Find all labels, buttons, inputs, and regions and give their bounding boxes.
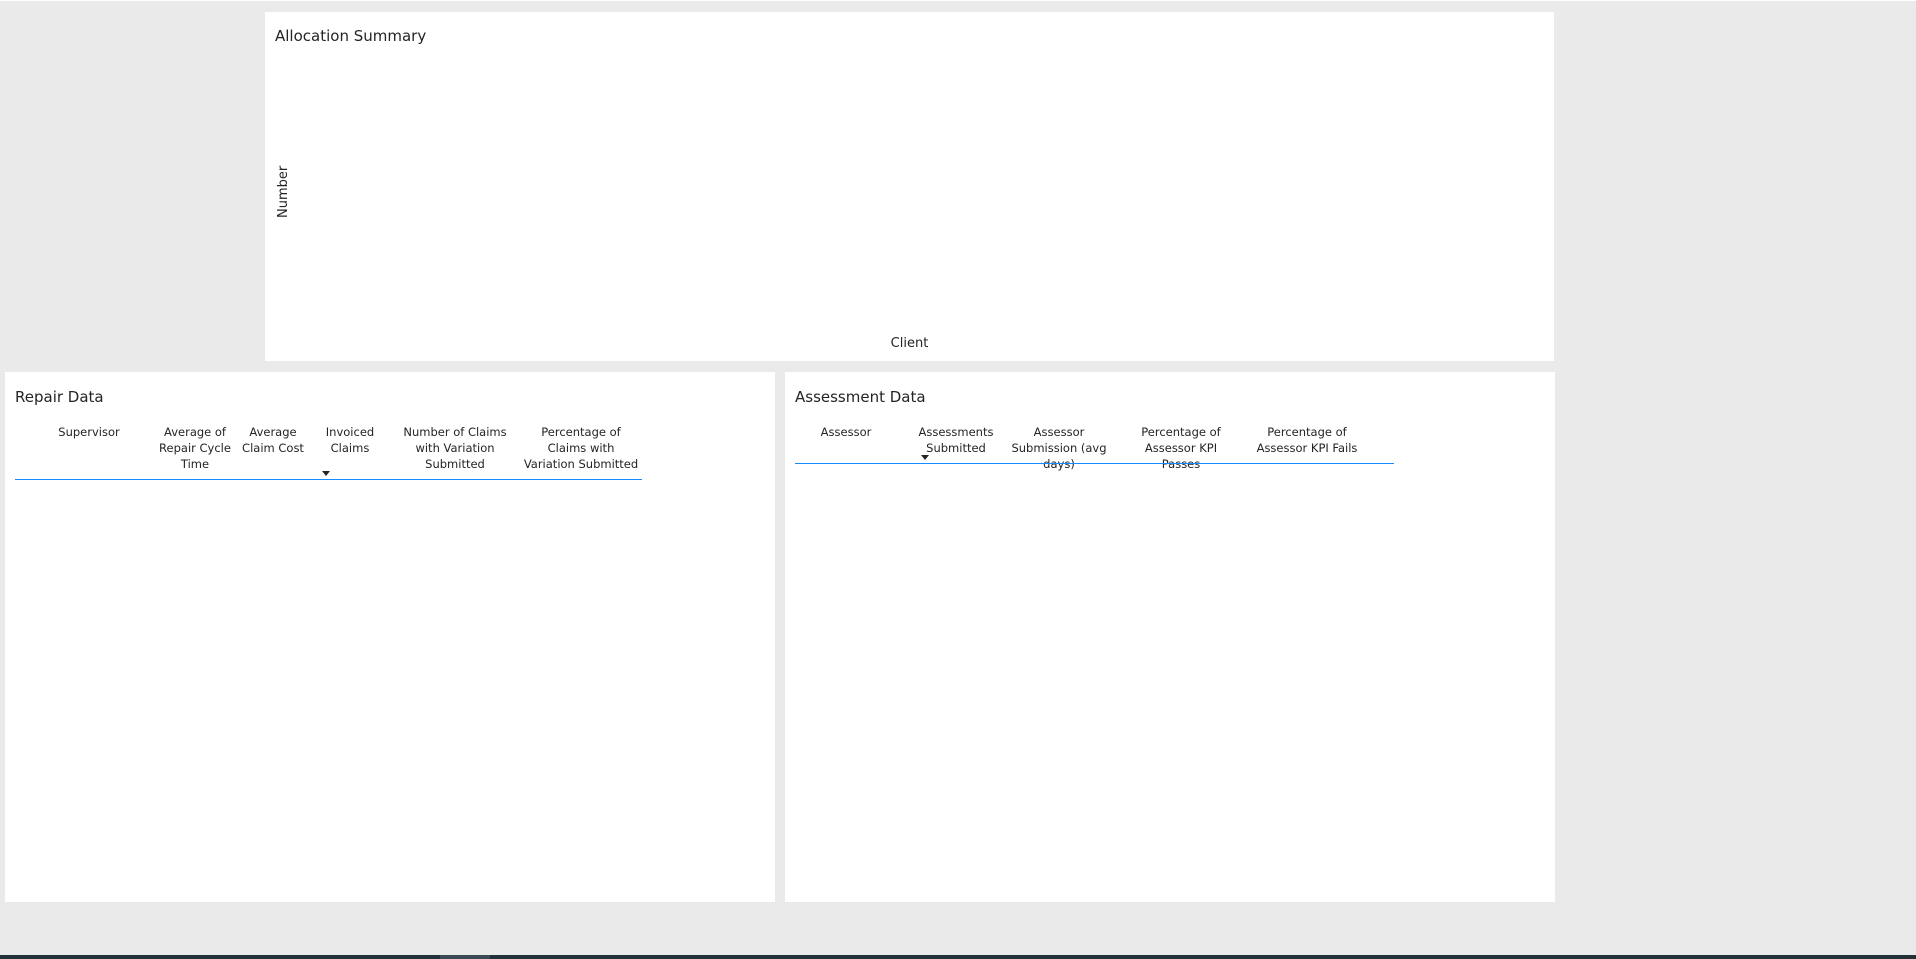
column-header-average-repair-cycle-time[interactable]: Average of Repair Cycle Time xyxy=(155,424,235,472)
column-header-percentage-of-claims-with-variation[interactable]: Percentage of Claims with Variation Subm… xyxy=(522,424,640,472)
chart-plot-area[interactable] xyxy=(305,60,1535,326)
column-header-assessments-submitted[interactable]: Assessments Submitted xyxy=(918,424,994,456)
allocation-summary-visual[interactable]: Allocation Summary Number Client xyxy=(265,12,1554,361)
column-header-percentage-kpi-passes[interactable]: Percentage of Assessor KPI Passes xyxy=(1125,424,1237,472)
repair-data-title: Repair Data xyxy=(15,388,104,406)
table-header-rule xyxy=(15,479,642,480)
caret-down-icon xyxy=(322,471,330,476)
repair-data-visual[interactable]: Repair Data Supervisor Average of Repair… xyxy=(5,372,775,902)
y-axis-title: Number xyxy=(276,165,291,218)
column-header-average-claim-cost[interactable]: Average Claim Cost xyxy=(240,424,306,456)
column-header-assessor[interactable]: Assessor xyxy=(811,424,881,440)
column-header-percentage-kpi-fails[interactable]: Percentage of Assessor KPI Fails xyxy=(1255,424,1359,456)
table-header-rule xyxy=(795,463,1394,464)
allocation-summary-title: Allocation Summary xyxy=(275,27,427,45)
caret-down-icon xyxy=(921,455,929,460)
column-header-number-of-claims-with-variation[interactable]: Number of Claims with Variation Submitte… xyxy=(390,424,520,472)
taskbar-tab[interactable] xyxy=(440,955,490,959)
top-edge-line xyxy=(0,0,1916,1)
column-header-supervisor[interactable]: Supervisor xyxy=(47,424,131,440)
column-header-assessor-submission-avg-days[interactable]: Assessor Submission (avg days) xyxy=(1000,424,1118,472)
x-axis-title: Client xyxy=(890,336,929,351)
column-header-invoiced-claims[interactable]: Invoiced Claims xyxy=(317,424,383,456)
taskbar xyxy=(0,955,1916,959)
assessment-data-visual[interactable]: Assessment Data Assessor Assessments Sub… xyxy=(785,372,1555,902)
assessment-data-title: Assessment Data xyxy=(795,388,926,406)
